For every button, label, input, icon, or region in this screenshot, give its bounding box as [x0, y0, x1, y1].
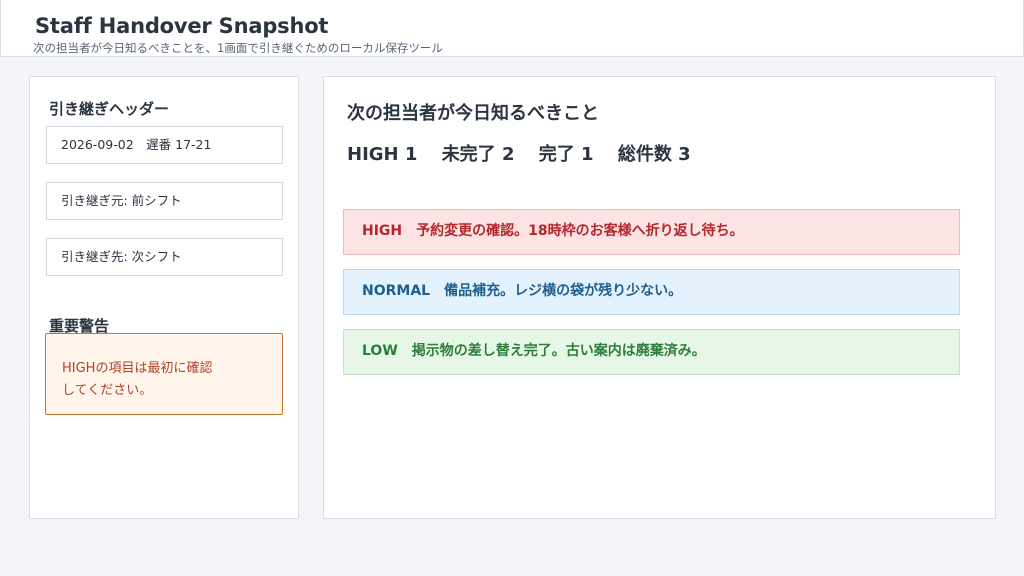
date-shift-field[interactable]: 2026-09-02 遅番 17-21	[46, 126, 283, 164]
handover-from-field[interactable]: 引き継ぎ元: 前シフト	[46, 182, 283, 220]
handover-item-normal[interactable]: NORMAL 備品補充。レジ横の袋が残り少ない。	[343, 269, 960, 315]
stat-total: 総件数 3	[617, 144, 691, 165]
handover-item-low[interactable]: LOW 掲示物の差し替え完了。古い案内は廃棄済み。	[343, 329, 960, 375]
handover-header-panel: 引き継ぎヘッダー 2026-09-02 遅番 17-21 引き継ぎ元: 前シフト…	[29, 76, 299, 519]
stat-high: HIGH 1	[347, 144, 418, 165]
item-level: NORMAL	[362, 283, 431, 299]
important-warning-box: HIGHの項目は最初に確認 してください。	[45, 333, 283, 415]
main-panel: 次の担当者が今日知るべきこと HIGH 1 未完了 2 完了 1 総件数 3 H…	[323, 76, 996, 519]
item-text: 掲示物の差し替え完了。古い案内は廃棄済み。	[411, 343, 706, 359]
item-level: LOW	[362, 343, 398, 359]
stat-done: 完了 1	[538, 144, 594, 165]
app-title: Staff Handover Snapshot	[35, 14, 329, 38]
summary-stats: HIGH 1 未完了 2 完了 1 総件数 3	[347, 140, 709, 166]
warning-text-line-1: HIGHの項目は最初に確認	[62, 361, 213, 376]
stat-incomplete: 未完了 2	[441, 144, 515, 165]
warning-text-line-2: してください。	[62, 383, 153, 398]
handover-to-field[interactable]: 引き継ぎ先: 次シフト	[46, 238, 283, 276]
main-title: 次の担当者が今日知るべきこと	[347, 103, 599, 124]
handover-item-high[interactable]: HIGH 予約変更の確認。18時枠のお客様へ折り返し待ち。	[343, 209, 960, 255]
item-level: HIGH	[362, 223, 403, 239]
item-text: 予約変更の確認。18時枠のお客様へ折り返し待ち。	[416, 223, 744, 239]
handover-header-heading: 引き継ぎヘッダー	[49, 100, 170, 118]
app-header: Staff Handover Snapshot 次の担当者が今日知るべきことを、…	[0, 0, 1024, 57]
app-subtitle: 次の担当者が今日知るべきことを、1画面で引き継ぐためのローカル保存ツール	[33, 41, 443, 55]
item-text: 備品補充。レジ横の袋が残り少ない。	[444, 283, 683, 299]
